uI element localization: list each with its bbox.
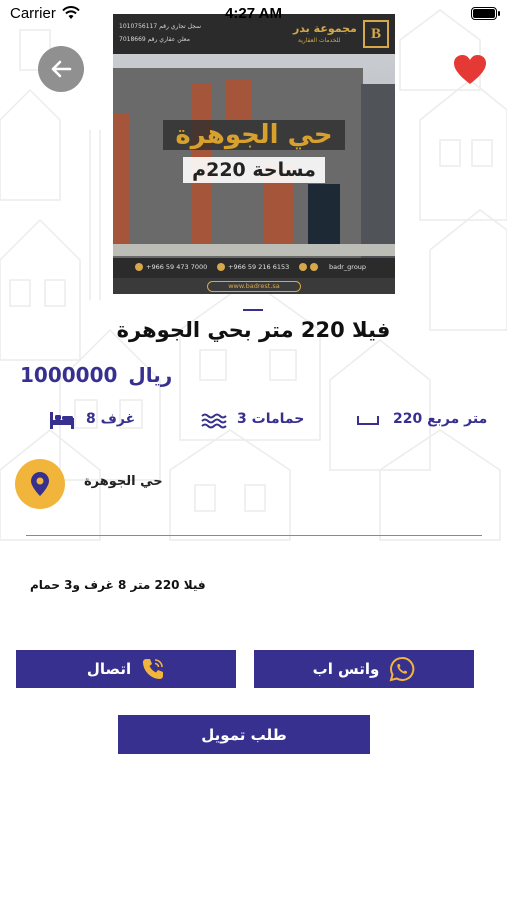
image-brand-subtitle: للخدمات العقارية: [298, 37, 341, 44]
image-website: www.badrest.sa: [207, 281, 301, 292]
water-waves-icon: [201, 413, 227, 429]
bed-icon: [50, 412, 74, 429]
location-button[interactable]: [15, 459, 65, 509]
divider: [26, 535, 482, 536]
location-label: حي الجوهرة: [84, 474, 163, 489]
feature-rooms: غرف 8: [86, 411, 136, 427]
favorite-button[interactable]: [453, 54, 487, 86]
image-phone-1: +966 59 473 7000: [146, 263, 208, 271]
phone-icon: [141, 657, 165, 681]
image-handle: badr_group: [329, 263, 367, 271]
status-bar: Carrier 4:27 AM: [0, 0, 507, 28]
phone-icon: [135, 263, 143, 271]
listing-title: فيلا 220 متر بحي الجوهرة: [116, 318, 391, 342]
image-page-indicator: [243, 309, 263, 311]
whatsapp-button[interactable]: واتس اب: [254, 650, 474, 688]
price-value: 1000000: [20, 363, 118, 387]
image-building-neighbor: [361, 84, 395, 258]
arrow-left-icon: [51, 60, 72, 78]
map-pin-icon: [31, 472, 49, 496]
listing-description: فيلا 220 متر 8 غرف و3 حمام: [30, 578, 206, 592]
image-license-2: معلن عقاري رقم 7018669: [119, 36, 190, 43]
whatsapp-icon: [389, 656, 415, 682]
social-icon: [299, 263, 307, 271]
feature-bathrooms: حمامات 3: [237, 411, 305, 427]
image-phone-2: +966 59 216 6153: [228, 263, 290, 271]
clock: 4:27 AM: [225, 5, 282, 22]
image-ground: [113, 244, 395, 256]
whatsapp-button-label: واتس اب: [312, 660, 380, 678]
image-area-label: مساحة 220م: [183, 157, 325, 183]
image-brick-wall: [225, 80, 251, 120]
property-image[interactable]: سجل تجاري رقم 1010756117 معلن عقاري رقم …: [113, 14, 395, 294]
whatsapp-icon: [217, 263, 225, 271]
image-door: [308, 184, 340, 248]
image-contact-bar: +966 59 473 7000 +966 59 216 6153 badr_g…: [113, 258, 395, 278]
listing-price: 1000000 ريال: [16, 363, 172, 387]
call-button[interactable]: اتصال: [16, 650, 236, 688]
social-icon: [310, 263, 318, 271]
back-button[interactable]: [38, 46, 84, 92]
ruler-icon: [357, 416, 379, 425]
image-website-bar: www.badrest.sa: [113, 278, 395, 294]
battery-icon: [471, 7, 500, 20]
price-currency: ريال: [128, 363, 173, 387]
image-headline: حي الجوهرة: [163, 120, 345, 150]
finance-button-label: طلب تمويل: [201, 725, 287, 744]
finance-request-button[interactable]: طلب تمويل: [118, 715, 370, 754]
heart-icon: [454, 55, 486, 84]
image-brick-wall: [113, 114, 129, 254]
feature-area: متر مربع 220: [393, 411, 488, 427]
call-button-label: اتصال: [86, 660, 132, 678]
